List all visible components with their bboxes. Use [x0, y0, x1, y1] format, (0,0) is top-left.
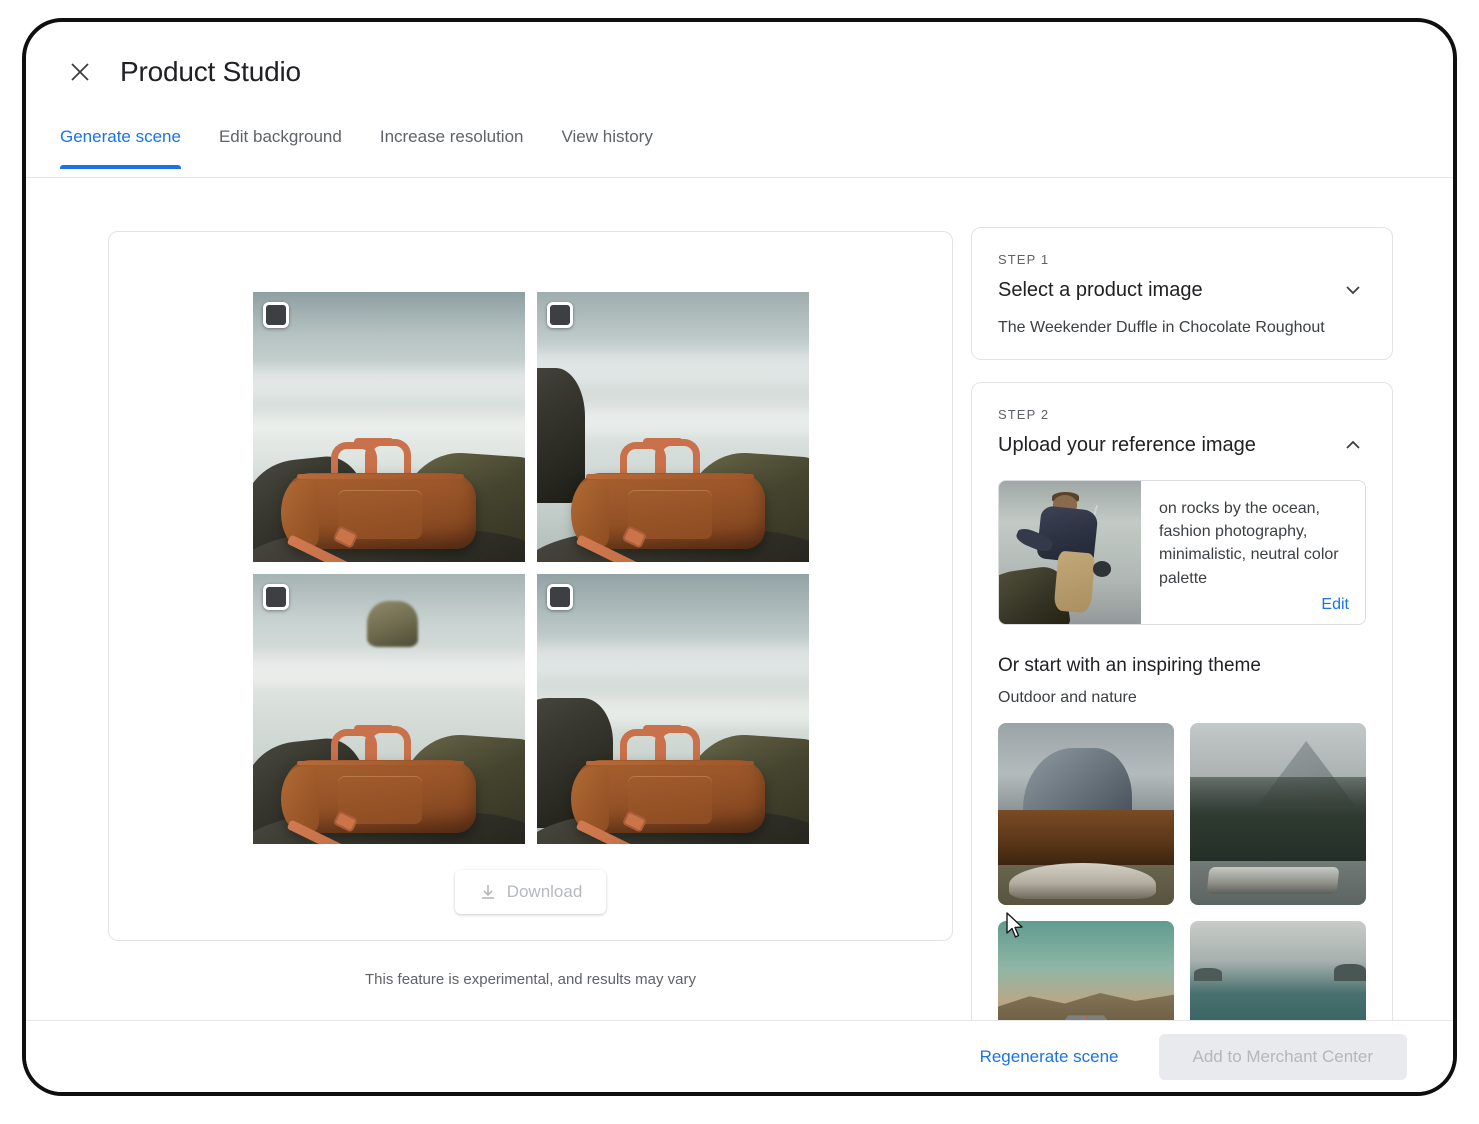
tab-bar: Generate scene Edit background Increase …	[26, 122, 1453, 178]
step-2-title: Upload your reference image	[998, 433, 1256, 456]
step-2-label: STEP 2	[998, 407, 1050, 422]
edit-prompt-link[interactable]: Edit	[1321, 596, 1349, 614]
chevron-down-icon[interactable]	[1340, 277, 1366, 303]
tab-edit-background[interactable]: Edit background	[219, 122, 342, 169]
regenerate-scene-button[interactable]: Regenerate scene	[966, 1037, 1133, 1077]
app-header: Product Studio	[26, 22, 1453, 122]
theme-thumbnail-2[interactable]	[1190, 722, 1366, 905]
theme-thumbnail-1[interactable]	[998, 722, 1174, 905]
reference-image-thumbnail[interactable]	[999, 481, 1141, 624]
image-select-checkbox[interactable]	[262, 584, 289, 610]
tab-view-history[interactable]: View history	[561, 122, 652, 169]
image-select-checkbox[interactable]	[546, 584, 573, 610]
generated-image-4[interactable]	[536, 574, 809, 844]
selected-product-name: The Weekender Duffle in Chocolate Rougho…	[998, 319, 1325, 336]
reference-prompt-row: on rocks by the ocean, fashion photograp…	[998, 480, 1366, 625]
download-button[interactable]: Download	[454, 870, 607, 914]
tab-increase-resolution[interactable]: Increase resolution	[380, 122, 524, 169]
steps-sidebar: STEP 1 Select a product image The Weeken…	[971, 227, 1393, 1092]
generated-image-1[interactable]	[252, 292, 525, 562]
download-label: Download	[506, 882, 583, 901]
app-window: Product Studio Generate scene Edit backg…	[22, 18, 1457, 1096]
theme-category-label: Outdoor and nature	[998, 688, 1137, 706]
generated-image-3[interactable]	[252, 574, 525, 844]
image-select-checkbox[interactable]	[262, 302, 289, 328]
download-icon	[479, 883, 497, 901]
results-card: Download	[108, 231, 953, 941]
experimental-footnote: This feature is experimental, and result…	[365, 971, 696, 988]
prompt-text[interactable]: on rocks by the ocean, fashion photograp…	[1159, 497, 1349, 590]
step-2-card: STEP 2 Upload your reference image on ro…	[971, 382, 1393, 1092]
page-title: Product Studio	[120, 56, 301, 87]
tab-generate-scene[interactable]: Generate scene	[60, 122, 181, 169]
action-bar: Regenerate scene Add to Merchant Center	[26, 1020, 1453, 1092]
main-content: Download This feature is experimental, a…	[26, 179, 1453, 1092]
chevron-up-icon[interactable]	[1340, 432, 1366, 458]
close-icon[interactable]	[60, 52, 100, 92]
generated-image-grid	[109, 292, 952, 844]
step-1-title: Select a product image	[998, 278, 1203, 301]
step-1-label: STEP 1	[998, 252, 1050, 267]
add-to-merchant-center-button[interactable]: Add to Merchant Center	[1158, 1033, 1407, 1080]
image-select-checkbox[interactable]	[546, 302, 573, 328]
theme-heading: Or start with an inspiring theme	[998, 654, 1261, 676]
results-panel: Download This feature is experimental, a…	[108, 231, 953, 988]
generated-image-2[interactable]	[536, 292, 809, 562]
download-row: Download	[109, 870, 952, 914]
step-1-card[interactable]: STEP 1 Select a product image The Weeken…	[971, 227, 1393, 360]
